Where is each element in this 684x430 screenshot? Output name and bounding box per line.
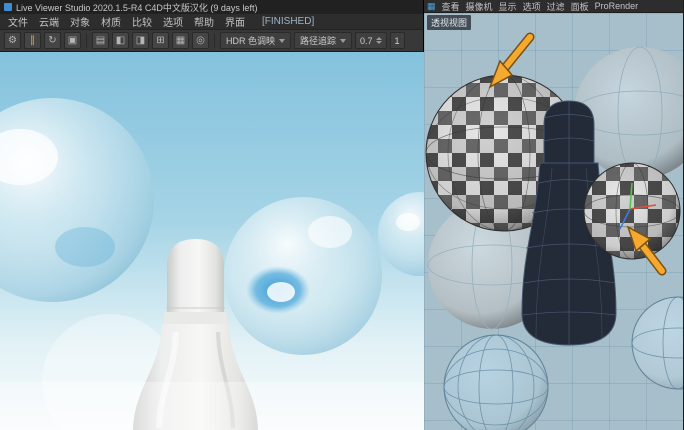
chevron-down-icon — [279, 38, 285, 43]
spinner-icon[interactable] — [375, 37, 382, 44]
viewport-scene — [424, 13, 683, 430]
app-window: Live Viewer Studio 2020.1.5-R4 C4D中文版汉化 … — [0, 0, 684, 430]
viewport-menubar: ▦ 查看 摄像机 显示 选项 过滤 面板 ProRender — [424, 0, 683, 13]
live-viewer-panel: Live Viewer Studio 2020.1.5-R4 C4D中文版汉化 … — [0, 0, 424, 430]
window-title: Live Viewer Studio 2020.1.5-R4 C4D中文版汉化 … — [16, 2, 258, 13]
toolbar-separator — [86, 33, 87, 48]
menu-material[interactable]: 材质 — [101, 14, 121, 29]
sphere-checkered-small[interactable] — [583, 162, 681, 260]
refresh-icon[interactable]: ↻ — [44, 32, 61, 49]
ratio-stepper[interactable]: 0.7 — [355, 32, 387, 49]
menu-display[interactable]: 显示 — [499, 0, 517, 13]
toolbar: ⚙ ∥ ↻ ▣ ▤ ◧ ◨ ⊞ ▦ ◎ HDR 色调映 路径追踪 0.7 1 — [0, 30, 423, 52]
menu-prorender[interactable]: ProRender — [595, 1, 639, 11]
toolbar-separator — [214, 33, 215, 48]
viewport-label[interactable]: 透视视图 — [427, 15, 472, 30]
texture-icon[interactable]: ▦ — [172, 32, 189, 49]
pause-icon[interactable]: ∥ — [24, 32, 41, 49]
menu-help[interactable]: 帮助 — [194, 14, 214, 29]
menu-camera[interactable]: 摄像机 — [466, 0, 493, 13]
tone-mapping-dropdown[interactable]: HDR 色调映 — [220, 32, 291, 49]
render-preview-canvas[interactable] — [0, 52, 424, 430]
render-mode-label: 路径追踪 — [300, 36, 337, 46]
menu-options[interactable]: 选项 — [163, 14, 183, 29]
menu-cloud[interactable]: 云端 — [39, 14, 59, 29]
split-left-icon[interactable]: ◧ — [112, 32, 129, 49]
lock-icon[interactable]: ▣ — [64, 32, 81, 49]
split-right-icon[interactable]: ◨ — [132, 32, 149, 49]
menu-interface[interactable]: 界面 — [225, 14, 245, 29]
menu-view-options[interactable]: 选项 — [523, 0, 541, 13]
menu-compare[interactable]: 比较 — [132, 14, 152, 29]
render-status-finished: [FINISHED] — [262, 16, 315, 27]
glass-sphere-right — [224, 197, 382, 355]
menubar: 文件 云端 对象 材质 比较 选项 帮助 界面 [FINISHED] — [0, 14, 423, 30]
tone-mapping-label: HDR 色调映 — [226, 36, 275, 46]
target-icon[interactable]: ◎ — [192, 32, 209, 49]
render-region-icon[interactable]: ▤ — [92, 32, 109, 49]
viewport-menu-icon: ▦ — [427, 0, 436, 11]
sphere-blue-bottom[interactable] — [443, 334, 549, 430]
render-mode-dropdown[interactable]: 路径追踪 — [294, 32, 353, 49]
perspective-viewport[interactable]: 透视视图 — [424, 13, 683, 430]
viewport-panel: ▦ 查看 摄像机 显示 选项 过滤 面板 ProRender 透视视图 — [424, 0, 683, 430]
ratio-value: 0.7 — [360, 35, 373, 46]
menu-view[interactable]: 查看 — [442, 0, 460, 13]
grid-icon[interactable]: ⊞ — [152, 32, 169, 49]
app-icon — [4, 3, 12, 11]
menu-file[interactable]: 文件 — [8, 14, 28, 29]
render-preview-scene — [0, 52, 424, 430]
menu-object[interactable]: 对象 — [70, 14, 90, 29]
settings-icon[interactable]: ⚙ — [4, 32, 21, 49]
menu-filter[interactable]: 过滤 — [547, 0, 565, 13]
menu-panel[interactable]: 面板 — [571, 0, 589, 13]
fog-overlay — [0, 382, 424, 430]
bounce-stepper[interactable]: 1 — [389, 32, 405, 49]
titlebar[interactable]: Live Viewer Studio 2020.1.5-R4 C4D中文版汉化 … — [0, 0, 423, 14]
chevron-down-icon — [340, 38, 347, 43]
bounce-value: 1 — [394, 35, 400, 46]
